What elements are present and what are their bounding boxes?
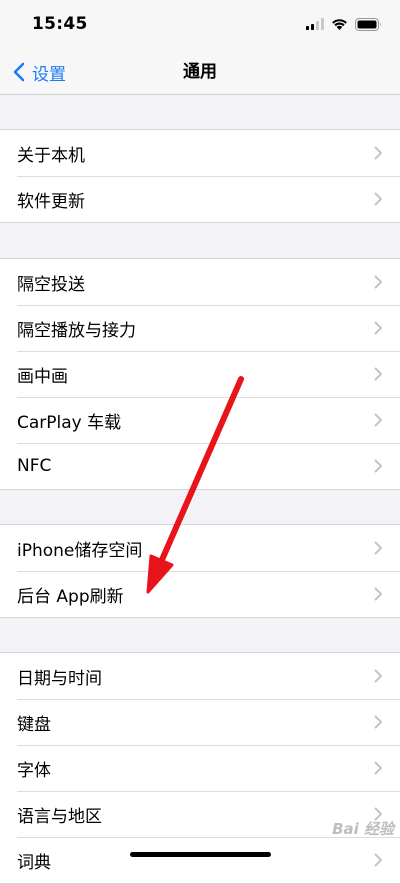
status-icons <box>306 16 382 32</box>
chevron-right-icon <box>374 275 382 289</box>
chevron-right-icon <box>374 367 382 381</box>
wifi-icon <box>332 19 347 30</box>
row-label: CarPlay 车载 <box>17 412 122 433</box>
row-label: 键盘 <box>17 714 51 735</box>
settings-group-about: 关于本机 软件更新 <box>0 129 400 223</box>
chevron-right-icon <box>374 459 382 473</box>
settings-group-storage: iPhone储存空间 后台 App刷新 <box>0 524 400 618</box>
row-label: 词典 <box>17 852 51 873</box>
home-indicator[interactable] <box>130 852 271 857</box>
battery-icon <box>355 17 381 31</box>
chevron-right-icon <box>374 715 382 729</box>
row-label: 隔空投送 <box>17 274 85 295</box>
chevron-right-icon <box>374 669 382 683</box>
chevron-right-icon <box>374 146 382 160</box>
row-label: 字体 <box>17 760 51 781</box>
row-carplay[interactable]: CarPlay 车载 <box>0 397 400 443</box>
row-label: iPhone储存空间 <box>17 540 143 561</box>
row-label: 语言与地区 <box>17 806 102 827</box>
settings-group-locale: 日期与时间 键盘 字体 语言与地区 词典 <box>0 652 400 884</box>
chevron-right-icon <box>374 321 382 335</box>
cellular-signal-icon <box>306 18 324 30</box>
status-time: 15:45 <box>32 14 88 34</box>
row-dictionary[interactable]: 词典 <box>0 837 400 883</box>
chevron-right-icon <box>374 761 382 775</box>
row-fonts[interactable]: 字体 <box>0 745 400 791</box>
row-software-update[interactable]: 软件更新 <box>0 176 400 222</box>
row-label: 画中画 <box>17 366 68 387</box>
row-keyboard[interactable]: 键盘 <box>0 699 400 745</box>
chevron-right-icon <box>374 541 382 555</box>
row-about[interactable]: 关于本机 <box>0 130 400 176</box>
page-title: 通用 <box>183 62 217 82</box>
row-picture-in-picture[interactable]: 画中画 <box>0 351 400 397</box>
row-label: 软件更新 <box>17 191 85 212</box>
row-background-app-refresh[interactable]: 后台 App刷新 <box>0 571 400 617</box>
row-date-time[interactable]: 日期与时间 <box>0 653 400 699</box>
chevron-right-icon <box>374 413 382 427</box>
row-label: 关于本机 <box>17 145 85 166</box>
navigation-bar: 设置 通用 <box>0 50 400 95</box>
settings-group-connectivity: 隔空投送 隔空播放与接力 画中画 CarPlay 车载 NFC <box>0 258 400 490</box>
row-iphone-storage[interactable]: iPhone储存空间 <box>0 525 400 571</box>
chevron-right-icon <box>374 587 382 601</box>
row-label: 隔空播放与接力 <box>17 320 136 341</box>
row-label: NFC <box>17 456 52 476</box>
row-airplay-handoff[interactable]: 隔空播放与接力 <box>0 305 400 351</box>
watermark: Bai 经验 <box>332 820 394 838</box>
chevron-right-icon <box>374 192 382 206</box>
row-label: 后台 App刷新 <box>17 586 124 607</box>
row-label: 日期与时间 <box>17 668 102 689</box>
row-nfc[interactable]: NFC <box>0 443 400 489</box>
chevron-right-icon <box>374 853 382 867</box>
status-bar: 15:45 <box>0 0 400 50</box>
row-airdrop[interactable]: 隔空投送 <box>0 259 400 305</box>
